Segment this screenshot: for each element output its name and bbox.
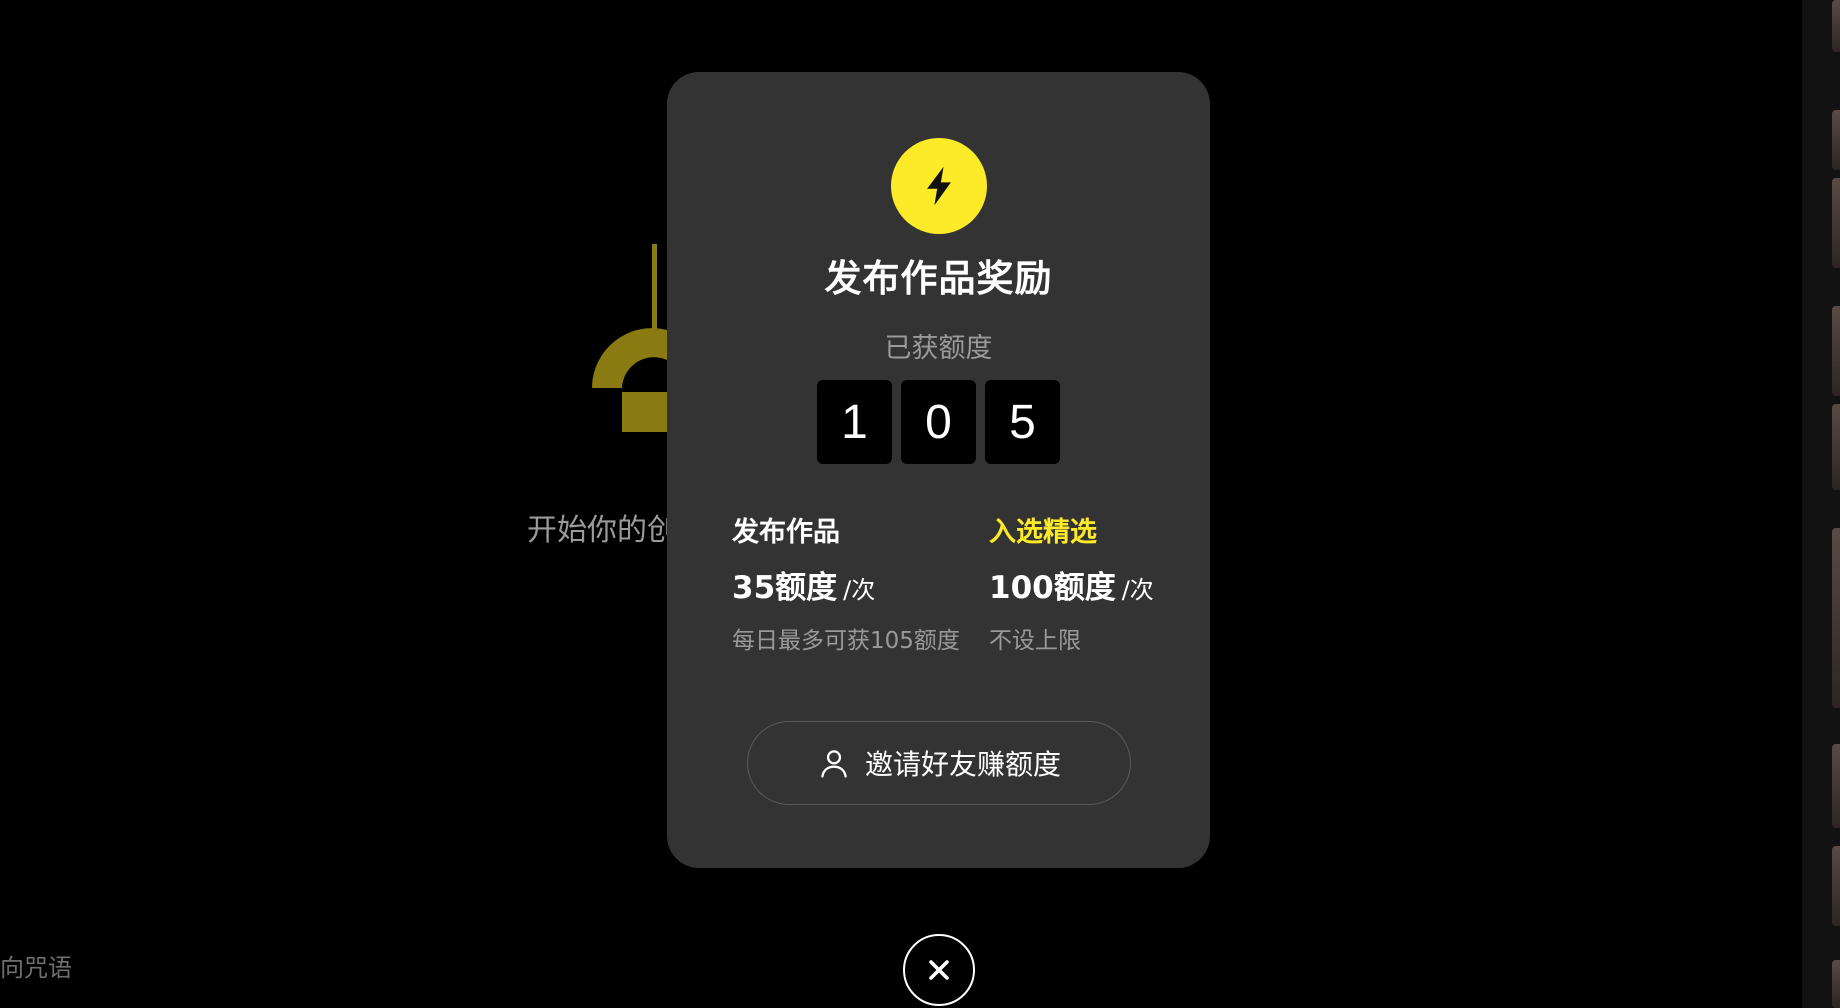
credits-digit: 1 (817, 380, 892, 464)
page: 开始你的创 向咒语 发布作品奖励 已获额度 1 0 5 发布作品 35额度/次 … (0, 0, 1840, 1008)
gallery-thumbnail[interactable] (1832, 744, 1840, 828)
invite-friends-button[interactable]: 邀请好友赚额度 (747, 721, 1131, 805)
start-creating-text: 开始你的创 (527, 513, 677, 548)
gallery-thumbnail[interactable] (1832, 0, 1840, 52)
reward-label: 入选精选 (989, 517, 1097, 548)
right-gallery-strip (1802, 0, 1840, 1008)
gallery-thumbnail[interactable] (1832, 404, 1840, 490)
gallery-thumbnail[interactable] (1832, 178, 1840, 268)
gallery-thumbnail[interactable] (1832, 960, 1840, 1008)
credits-digit: 0 (901, 380, 976, 464)
credits-label: 已获额度 (884, 333, 993, 364)
modal-title: 发布作品奖励 (824, 257, 1053, 300)
close-icon (929, 960, 949, 980)
reward-modal: 发布作品奖励 已获额度 1 0 5 发布作品 35额度/次 每日最多可获105额… (667, 72, 1210, 868)
reward-featured: 入选精选 100额度/次 不设上限 (989, 510, 1154, 655)
close-button[interactable] (903, 934, 975, 1006)
gallery-thumbnail[interactable] (1832, 110, 1840, 170)
reward-amount: 100额度/次 (989, 562, 1154, 607)
credits-counter: 1 0 5 (817, 380, 1060, 464)
gallery-thumbnail[interactable] (1832, 528, 1840, 708)
reward-unit: /次 (843, 576, 876, 604)
gallery-thumbnail[interactable] (1832, 846, 1840, 926)
invite-button-label: 邀请好友赚额度 (864, 748, 1061, 781)
reward-unit: /次 (1121, 576, 1154, 604)
reward-amount-value: 35额度 (732, 570, 838, 606)
prompt-hint-text: 向咒语 (0, 954, 72, 982)
user-icon (817, 746, 851, 780)
reward-publish: 发布作品 35额度/次 每日最多可获105额度 (732, 510, 960, 655)
reward-note: 每日最多可获105额度 (732, 628, 960, 654)
reward-label: 发布作品 (732, 517, 840, 548)
reward-note: 不设上限 (989, 628, 1081, 654)
gallery-thumbnail[interactable] (1832, 306, 1840, 396)
reward-amount: 35额度/次 (732, 562, 960, 607)
credits-digit: 5 (985, 380, 1060, 464)
reward-amount-value: 100额度 (989, 570, 1116, 606)
lightning-bolt-icon (891, 138, 987, 234)
